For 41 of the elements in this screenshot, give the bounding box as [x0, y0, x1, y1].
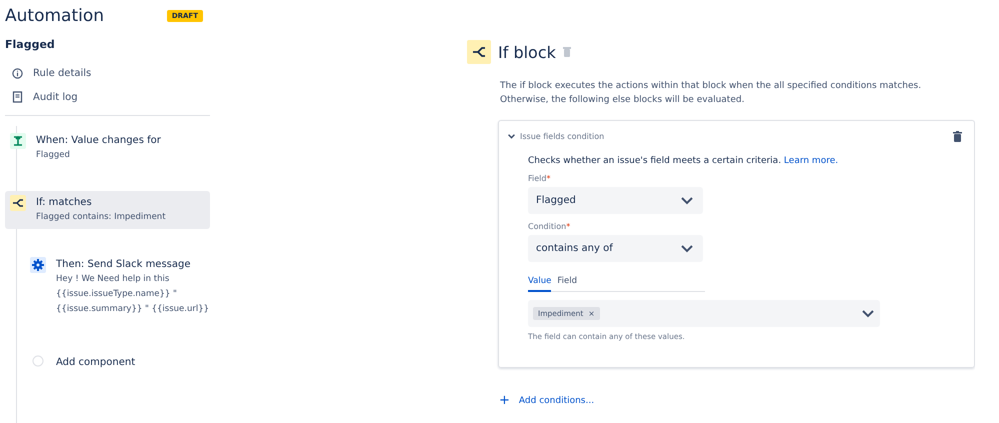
sidebar-link[interactable]: Rule details [5, 61, 210, 85]
document-icon [12, 91, 23, 103]
intro-text: Checks whether an issue's field meets a certain criteria. Learn more. [528, 156, 840, 166]
field-label: Field* [528, 174, 552, 183]
step-detail: Flagged [36, 149, 71, 162]
step-detail: {{issue.summary}} " {{issue.url}} [56, 303, 210, 316]
rule-step[interactable]: Add component [25, 351, 210, 374]
trash-icon[interactable] [953, 131, 962, 142]
gear-icon [30, 257, 46, 273]
page-title: Automation [5, 6, 104, 26]
step-detail: Flagged contains: Impediment [36, 211, 166, 224]
tab[interactable]: Field [557, 274, 577, 292]
select-field[interactable]: Flagged [528, 187, 703, 214]
info-icon [12, 68, 23, 78]
step-title: Then: Send Slack message [56, 258, 192, 272]
learn-more-link[interactable]: Learn more. [784, 156, 838, 166]
step-detail: {{issue.issueType.name}} " [56, 288, 178, 301]
branch-icon [467, 40, 491, 64]
trigger-icon [10, 133, 26, 149]
sidebar-link[interactable]: Audit log [5, 85, 210, 109]
rule-step[interactable]: If: matches Flagged contains: Impediment [5, 191, 210, 229]
step-detail: Hey ! We Need help in this [56, 273, 170, 286]
description: The if block executes the actions within that block when the all specified conditions matches. Otherwise, the following else blocks will be evaluated. [500, 80, 922, 107]
step-title: Add component [56, 356, 136, 370]
chevron-down-icon [862, 310, 874, 318]
condition-toggle[interactable]: Issue fields condition [508, 132, 604, 141]
select-field[interactable]: contains any of [528, 235, 703, 262]
rule-step[interactable]: When: Value changes for Flagged [5, 129, 210, 167]
tab[interactable]: Value [528, 274, 552, 292]
add-conditions-link[interactable]: + Add conditions... [499, 393, 975, 408]
rule-name: Flagged [5, 38, 56, 51]
branch-icon [10, 195, 26, 211]
empty-circle-icon [32, 355, 44, 367]
chevron-down-icon [681, 244, 693, 252]
chevron-down-icon [508, 134, 515, 139]
chevron-down-icon [681, 196, 693, 204]
panel-title: If block [498, 42, 556, 62]
rule-step[interactable]: Then: Send Slack message Hey ! We Need help in this {{issue.issueType.name}} " {{issue.summary}} " {{issue.url}} [25, 253, 210, 321]
step-title: If: matches [36, 196, 93, 210]
step-title: When: Value changes for [36, 134, 161, 148]
field-label: Condition* [528, 222, 572, 231]
